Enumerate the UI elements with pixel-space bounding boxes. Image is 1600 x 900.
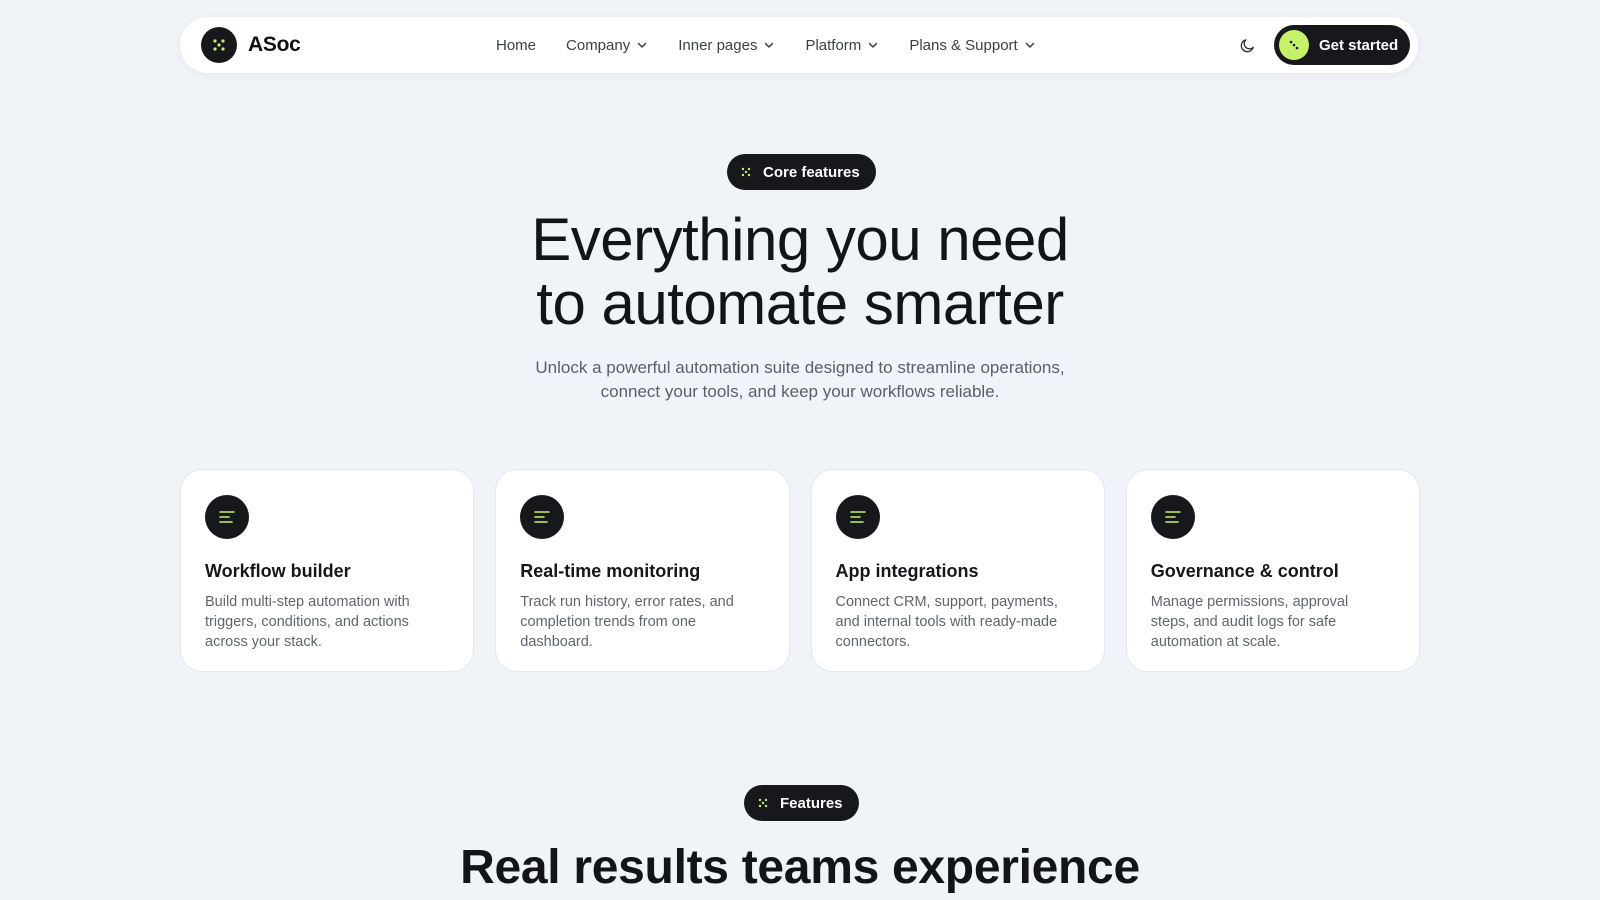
feature-title: App integrations (835, 561, 979, 581)
get-started-label: Get started (1319, 36, 1399, 54)
dots-icon (741, 167, 751, 177)
hero-subtitle-line: connect your tools, and keep your workfl… (600, 382, 1000, 401)
brand-name: ASoc (248, 33, 301, 56)
chevron-down-icon (637, 42, 647, 48)
main-menu: Home Company Inner pages Platform Plans … (496, 17, 1036, 73)
hero-subtitle-line: Unlock a powerful automation suite desig… (535, 358, 1065, 377)
chevron-down-icon (1025, 42, 1034, 48)
menu-lines-icon (205, 495, 249, 539)
nav-item-label: Inner pages (678, 36, 758, 54)
dots-logo-icon (201, 27, 237, 63)
hero-subtitle: Unlock a powerful automation suite desig… (500, 356, 1100, 404)
feature-description: Manage permissions, approval steps, and … (1150, 594, 1349, 650)
nav-item-label: Platform (805, 36, 862, 54)
menu-lines-icon (520, 495, 565, 539)
nav-item-label: Company (566, 36, 631, 54)
chevron-down-icon (869, 42, 878, 48)
menu-lines-icon (835, 495, 880, 539)
moon-icon (1240, 38, 1254, 52)
menu-lines-icon (1150, 495, 1195, 539)
feature-card: Governance & control Manage permissions,… (1125, 469, 1420, 672)
dots-icon (1279, 30, 1309, 60)
hero-title: Everything you need to automate smarter (0, 208, 1600, 336)
nav-item-label: Plans & Support (909, 36, 1018, 54)
feature-title: Workflow builder (205, 561, 351, 581)
features-badge: Features (744, 785, 859, 821)
hero-title-line: Everything you need (531, 206, 1069, 273)
core-features-badge: Core features (727, 154, 876, 190)
feature-card: Workflow builder Build multi-step automa… (180, 469, 475, 672)
badge-label: Core features (763, 163, 860, 181)
nav-item-platform[interactable]: Platform (805, 37, 879, 54)
top-navbar: ASoc Home Company Inner pages Platform P… (180, 17, 1418, 73)
chevron-down-icon (765, 42, 774, 48)
nav-item-home[interactable]: Home (496, 37, 536, 54)
get-started-button[interactable]: Get started (1274, 25, 1410, 65)
results-section-title: Real results teams experience (460, 841, 1140, 894)
feature-title: Real-time monitoring (520, 561, 701, 581)
feature-title: Governance & control (1150, 561, 1339, 581)
nav-item-company[interactable]: Company (566, 37, 648, 54)
feature-description: Connect CRM, support, payments, and inte… (835, 594, 1058, 650)
nav-item-inner-pages[interactable]: Inner pages (678, 37, 775, 54)
nav-item-label: Home (496, 36, 537, 54)
feature-cards: Workflow builder Build multi-step automa… (180, 469, 1420, 672)
theme-toggle-button[interactable] (1235, 33, 1259, 57)
nav-item-plans-support[interactable]: Plans & Support (909, 37, 1035, 54)
badge-label: Features (780, 794, 843, 812)
hero-title-line: to automate smarter (536, 270, 1064, 337)
feature-description: Build multi-step automation with trigger… (205, 594, 410, 650)
feature-description: Track run history, error rates, and comp… (520, 594, 734, 650)
brand[interactable]: ASoc (201, 27, 301, 63)
page: ASoc Home Company Inner pages Platform P… (0, 0, 1600, 900)
dots-icon (758, 798, 768, 808)
feature-card: Real-time monitoring Track run history, … (495, 469, 790, 672)
feature-card: App integrations Connect CRM, support, p… (810, 469, 1105, 672)
